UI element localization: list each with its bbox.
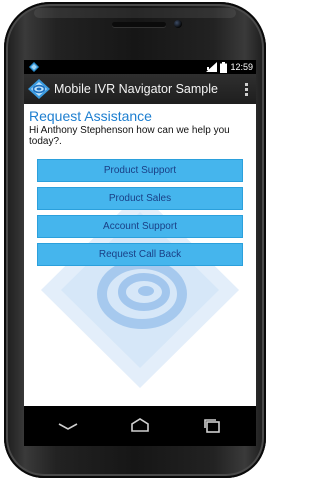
page-heading: Request Assistance (29, 108, 152, 124)
notification-diamond-icon (29, 62, 39, 72)
status-time: 12:59 (230, 62, 253, 72)
product-support-button[interactable]: Product Support (37, 159, 243, 182)
app-title: Mobile IVR Navigator Sample (54, 82, 218, 96)
phone-frame: 12:59 Mobile IVR Navigator Sample Reques… (4, 2, 266, 478)
back-icon[interactable] (56, 416, 80, 436)
phone-bezel-highlight (34, 8, 236, 18)
recent-apps-icon[interactable] (200, 416, 224, 436)
action-bar: Mobile IVR Navigator Sample (24, 74, 256, 104)
main-content: Request Assistance Hi Anthony Stephenson… (24, 104, 256, 406)
status-icons: 12:59 (206, 61, 253, 73)
greeting-text: Hi Anthony Stephenson how can we help yo… (29, 125, 230, 147)
front-camera (174, 20, 182, 28)
signal-icon (206, 62, 218, 72)
battery-icon (220, 61, 228, 73)
home-icon[interactable] (128, 416, 152, 436)
earpiece-speaker (112, 22, 166, 27)
status-bar: 12:59 (24, 60, 256, 74)
account-support-button[interactable]: Account Support (37, 215, 243, 238)
request-call-back-button[interactable]: Request Call Back (37, 243, 243, 266)
device-screen: 12:59 Mobile IVR Navigator Sample Reques… (24, 60, 256, 446)
overflow-menu-icon[interactable] (239, 80, 253, 98)
product-sales-button[interactable]: Product Sales (37, 187, 243, 210)
app-logo-icon[interactable] (28, 79, 50, 99)
navigation-bar (24, 406, 256, 446)
